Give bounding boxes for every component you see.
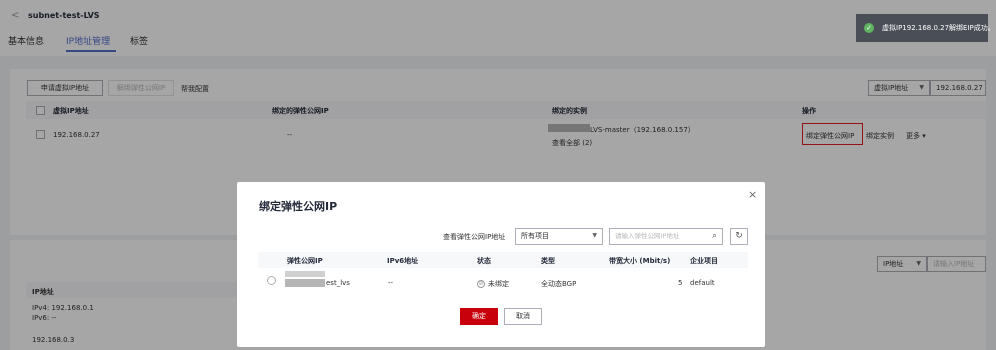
redacted-text: [285, 271, 325, 277]
eip-project: default: [690, 279, 715, 287]
dialog-column-project: 企业项目: [690, 257, 718, 265]
search-icon[interactable]: ⌕: [712, 229, 717, 244]
eip-status-label: 未绑定: [488, 280, 509, 288]
toast-message: 虚拟IP192.168.0.27解绑EIP成功。: [882, 24, 995, 32]
project-select[interactable]: 所有项目 ▼: [515, 228, 603, 245]
close-icon[interactable]: ×: [748, 188, 757, 201]
eip-radio[interactable]: [267, 276, 276, 285]
eip-search-placeholder: 请输入弹性公网IP地址: [615, 232, 680, 240]
chevron-down-icon: ▼: [592, 232, 597, 239]
eip-ipv6: --: [388, 279, 394, 287]
check-circle-icon: ✓: [864, 23, 874, 33]
cancel-button[interactable]: 取消: [504, 308, 542, 325]
confirm-button[interactable]: 确定: [460, 308, 498, 325]
dialog-column-ipv6: IPv6地址: [387, 257, 419, 265]
success-toast: ✓ 虚拟IP192.168.0.27解绑EIP成功。: [856, 14, 995, 42]
dialog-title: 绑定弹性公网IP: [259, 200, 338, 213]
eip-search-input[interactable]: 请输入弹性公网IP地址 ⌕: [609, 228, 723, 245]
eip-type: 全动态BGP: [541, 280, 577, 288]
refresh-icon[interactable]: ↻: [730, 228, 748, 245]
dialog-column-status: 状态: [477, 257, 491, 265]
view-eip-link[interactable]: 查看弹性公网IP地址: [443, 232, 505, 242]
dialog-column-bandwidth: 带宽大小 (Mbit/s): [609, 257, 671, 265]
project-select-label: 所有项目: [521, 232, 549, 240]
dialog-table-header: [258, 252, 748, 268]
dialog-column-type: 类型: [541, 257, 555, 265]
dialog-column-eip: 弹性公网IP: [287, 257, 323, 265]
eip-bandwidth: 5: [678, 279, 683, 287]
redacted-text: [285, 279, 325, 287]
eip-status: ⊘ 未绑定: [477, 279, 509, 289]
eip-name: est_lvs: [326, 279, 350, 287]
unbound-status-icon: ⊘: [477, 280, 485, 288]
